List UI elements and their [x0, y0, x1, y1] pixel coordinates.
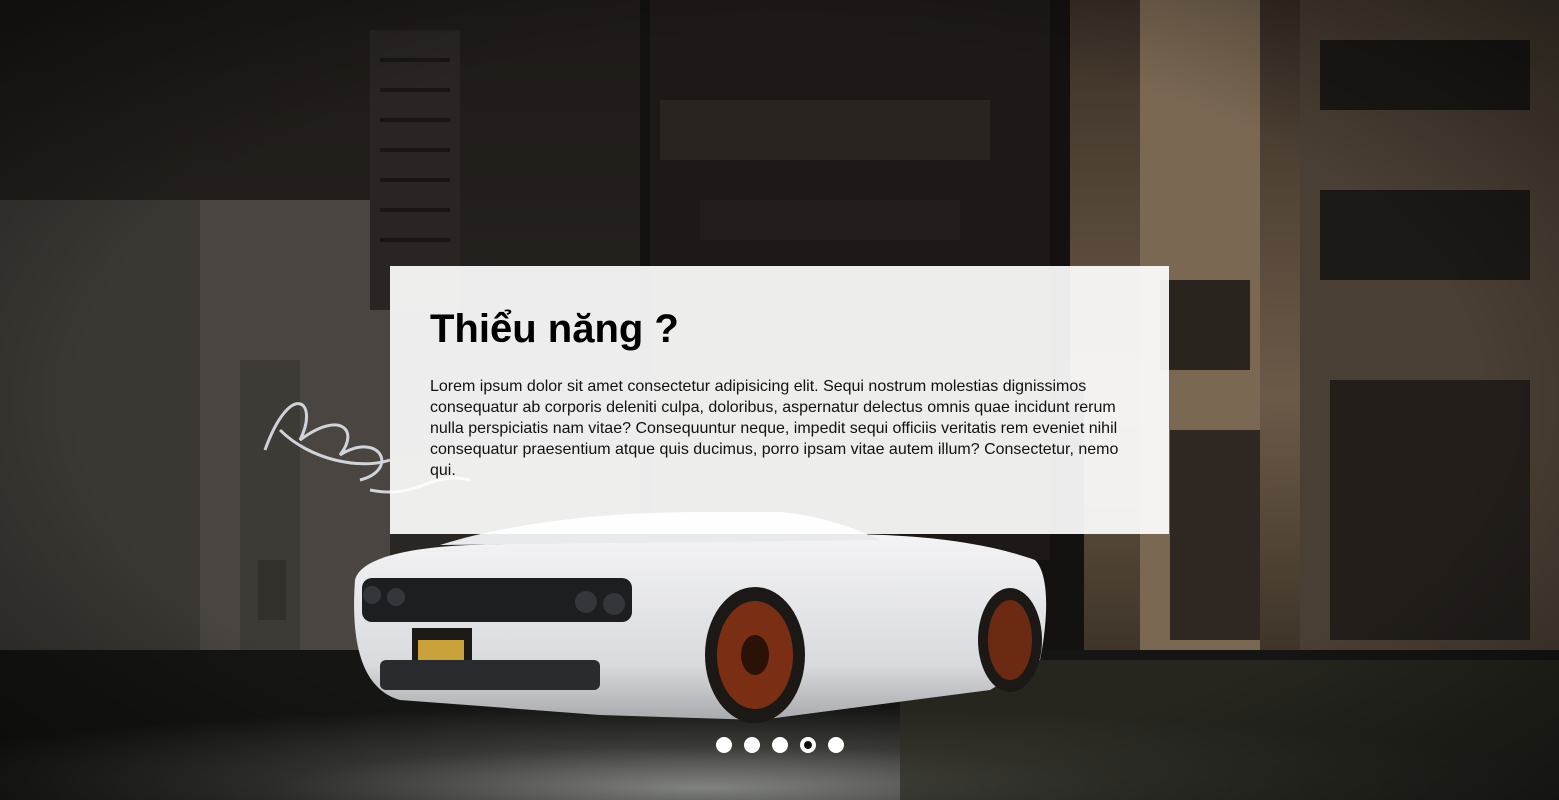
- slide-dot-5[interactable]: [827, 737, 844, 753]
- slide-description: Lorem ipsum dolor sit amet consectetur a…: [430, 378, 1119, 479]
- slide-dot-1[interactable]: [715, 737, 732, 753]
- slide-dot-4-active[interactable]: [799, 737, 816, 753]
- slide-dot-2[interactable]: [743, 737, 760, 753]
- slider-pagination: [0, 737, 1559, 753]
- slide-caption-card: Thiểu năng ? Lorem ipsum dolor sit amet …: [390, 266, 1169, 534]
- slide-dot-3[interactable]: [771, 737, 788, 753]
- image-slider: Thiểu năng ? Lorem ipsum dolor sit amet …: [0, 0, 1559, 800]
- slide-title: Thiểu năng ?: [430, 307, 679, 351]
